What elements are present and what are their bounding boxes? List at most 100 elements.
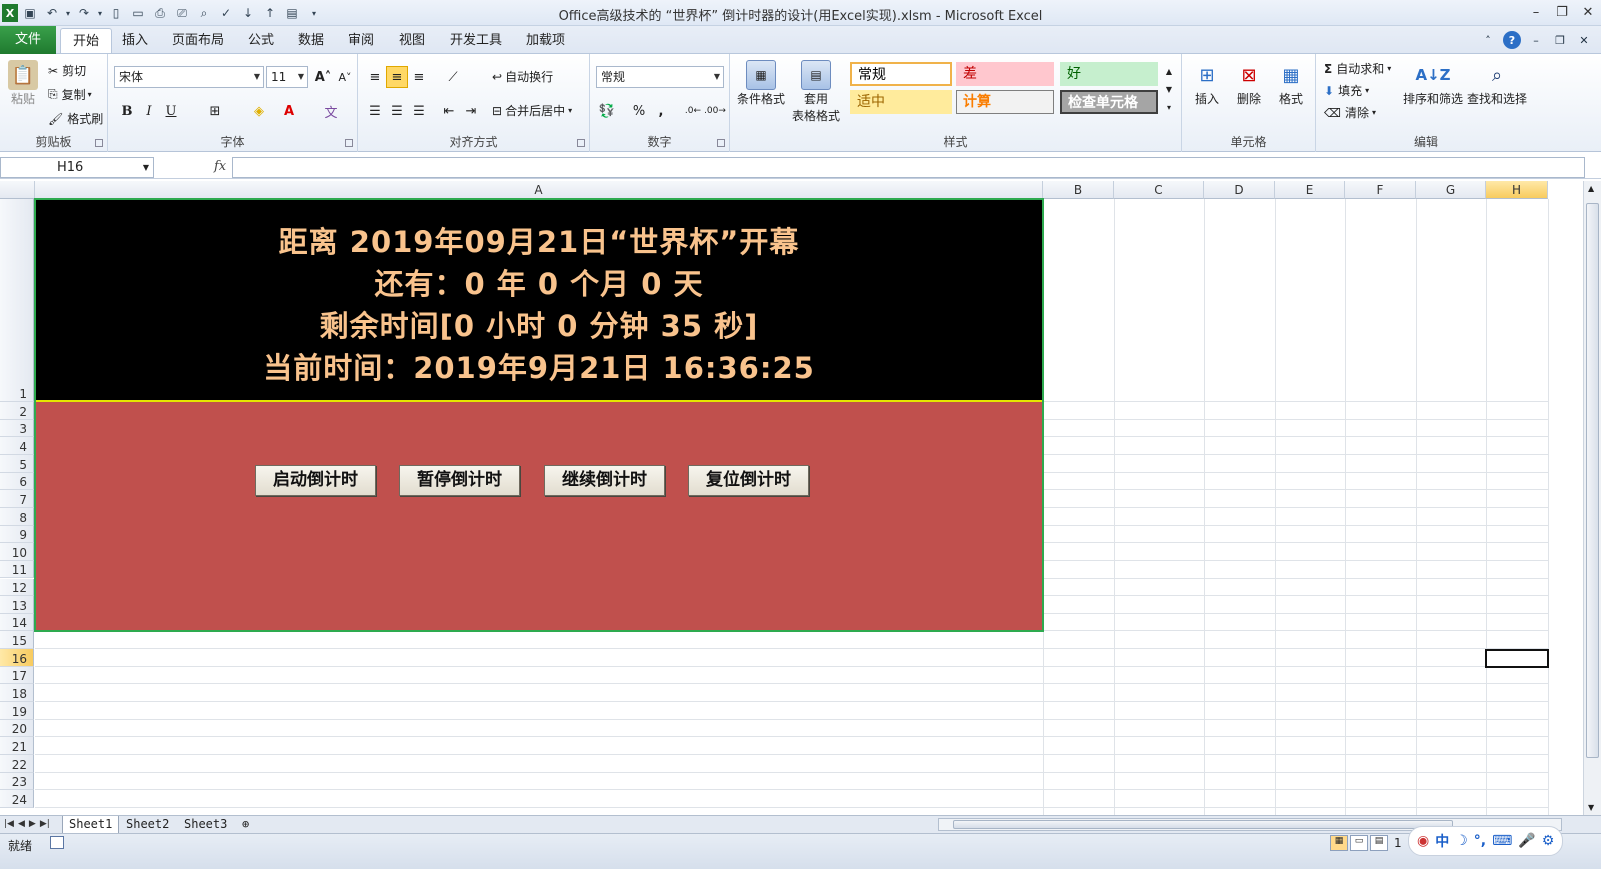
tab-formulas[interactable]: 公式 bbox=[236, 28, 286, 53]
align-right-icon[interactable]: ☰ bbox=[408, 100, 430, 122]
conditional-format-button[interactable]: ▦ 条件格式 bbox=[736, 60, 786, 107]
fill-button[interactable]: ⬇ 填充 ▾ bbox=[1324, 82, 1369, 99]
row-header-14[interactable]: 14 bbox=[0, 613, 34, 632]
dialog-launcher-icon[interactable] bbox=[345, 139, 353, 147]
zoom-level[interactable]: 1 bbox=[1394, 836, 1402, 850]
first-sheet-icon[interactable]: |◀ bbox=[4, 816, 14, 833]
reset-countdown-button[interactable]: 复位倒计时 bbox=[688, 465, 809, 496]
increase-decimal-icon[interactable]: .0← bbox=[682, 100, 704, 122]
column-header-b[interactable]: B bbox=[1043, 181, 1114, 199]
page-break-view-icon[interactable]: ▤ bbox=[1370, 835, 1388, 851]
minimize-icon[interactable]: – bbox=[1523, 0, 1549, 24]
row-header-4[interactable]: 4 bbox=[0, 437, 34, 455]
row-header-6[interactable]: 6 bbox=[0, 472, 34, 491]
tab-page-layout[interactable]: 页面布局 bbox=[160, 28, 236, 53]
format-painter-button[interactable]: 🖌 格式刷 bbox=[48, 110, 103, 127]
column-header-h[interactable]: H bbox=[1486, 181, 1548, 199]
keyboard-icon[interactable]: ⌨ bbox=[1492, 833, 1512, 849]
grow-font-icon[interactable]: A˄ bbox=[312, 66, 334, 88]
ime-mode[interactable]: 中 bbox=[1435, 831, 1449, 851]
fill-color-icon[interactable]: ◈ bbox=[248, 100, 270, 122]
align-middle-icon[interactable]: ≡ bbox=[386, 66, 408, 88]
align-center-icon[interactable]: ☰ bbox=[386, 100, 408, 122]
vertical-scroll-thumb[interactable] bbox=[1586, 203, 1599, 758]
orientation-icon[interactable]: ⟋ bbox=[442, 66, 464, 88]
ime-toolbar[interactable]: ◉ 中 ☽ °, ⌨ 🎤 ⚙ bbox=[1408, 826, 1564, 856]
decrease-indent-icon[interactable]: ⇤ bbox=[438, 100, 460, 122]
select-all-corner[interactable] bbox=[0, 181, 35, 199]
tab-addins[interactable]: 加载项 bbox=[514, 28, 577, 53]
settings-icon[interactable]: ⚙ bbox=[1542, 833, 1555, 849]
font-size-combo[interactable]: 11 ▼ bbox=[266, 66, 308, 88]
prev-sheet-icon[interactable]: ◀ bbox=[18, 816, 25, 833]
row-header-9[interactable]: 9 bbox=[0, 525, 34, 544]
worksheet-grid[interactable]: A B C D E F G H 1 2 3 4 5 6 7 8 9 10 11 12 13 14 15 16 1… bbox=[0, 181, 1601, 815]
column-header-g[interactable]: G bbox=[1416, 181, 1486, 199]
styles-more-icon[interactable]: ▾ bbox=[1162, 96, 1176, 118]
tab-view[interactable]: 视图 bbox=[387, 28, 437, 53]
last-sheet-icon[interactable]: ▶| bbox=[40, 816, 50, 833]
minimize-ribbon-icon[interactable]: ˄ bbox=[1479, 31, 1497, 49]
style-check-cell[interactable]: 检查单元格 bbox=[1060, 90, 1158, 114]
row-header-19[interactable]: 19 bbox=[0, 702, 34, 720]
number-format-combo[interactable]: 常规 ▼ bbox=[596, 66, 724, 88]
format-as-table-button[interactable]: ▤ 套用 表格格式 bbox=[788, 60, 844, 124]
close-icon[interactable]: ✕ bbox=[1575, 0, 1601, 24]
vertical-scrollbar[interactable]: ▲ ▼ bbox=[1583, 181, 1601, 815]
find-select-button[interactable]: ⌕ 查找和选择 bbox=[1466, 60, 1528, 107]
dialog-launcher-icon[interactable] bbox=[717, 139, 725, 147]
font-name-combo[interactable]: 宋体 ▼ bbox=[114, 66, 264, 88]
row-header-5[interactable]: 5 bbox=[0, 454, 34, 473]
autosum-button[interactable]: Σ 自动求和 ▾ bbox=[1324, 60, 1391, 77]
tab-insert[interactable]: 插入 bbox=[110, 28, 160, 53]
row-header-1[interactable]: 1 bbox=[0, 199, 34, 402]
active-cell-h16[interactable] bbox=[1485, 649, 1549, 668]
row-header-3[interactable]: 3 bbox=[0, 419, 34, 438]
microphone-icon[interactable]: 🎤 bbox=[1518, 833, 1535, 849]
punctuation-icon[interactable]: °, bbox=[1474, 833, 1486, 849]
row-header-13[interactable]: 13 bbox=[0, 596, 34, 614]
row-header-22[interactable]: 22 bbox=[0, 755, 34, 773]
row-header-17[interactable]: 17 bbox=[0, 666, 34, 685]
clear-button[interactable]: ⌫ 清除 ▾ bbox=[1324, 104, 1376, 121]
row-header-20[interactable]: 20 bbox=[0, 719, 34, 738]
macro-record-icon[interactable] bbox=[50, 836, 64, 849]
align-top-icon[interactable]: ≡ bbox=[364, 66, 386, 88]
font-color-icon[interactable]: A bbox=[278, 100, 300, 122]
merge-center-button[interactable]: ⊟ 合并后居中 ▾ bbox=[492, 102, 572, 119]
row-header-16[interactable]: 16 bbox=[0, 649, 34, 667]
row-header-12[interactable]: 12 bbox=[0, 578, 34, 597]
row-header-7[interactable]: 7 bbox=[0, 490, 34, 508]
wrap-text-button[interactable]: ↩ 自动换行 bbox=[492, 68, 553, 85]
column-header-e[interactable]: E bbox=[1275, 181, 1345, 199]
style-normal[interactable]: 常规 bbox=[850, 62, 952, 86]
column-header-f[interactable]: F bbox=[1345, 181, 1416, 199]
currency-icon[interactable]: 💱 bbox=[596, 100, 618, 122]
underline-button[interactable]: U bbox=[160, 100, 182, 122]
insert-cells-button[interactable]: ⊞ 插入 bbox=[1188, 60, 1226, 107]
column-header-c[interactable]: C bbox=[1114, 181, 1204, 199]
sheet-tab-sheet2[interactable]: Sheet2 bbox=[126, 816, 169, 833]
restore-icon[interactable]: ❐ bbox=[1549, 0, 1575, 24]
scroll-up-icon[interactable]: ▲ bbox=[1588, 184, 1594, 193]
paste-button[interactable]: 📋 粘贴 bbox=[8, 60, 38, 107]
cut-button[interactable]: ✂ 剪切 bbox=[48, 62, 86, 79]
formula-input[interactable] bbox=[232, 157, 1585, 178]
row-header-8[interactable]: 8 bbox=[0, 507, 34, 526]
row-header-21[interactable]: 21 bbox=[0, 737, 34, 755]
align-left-icon[interactable]: ☰ bbox=[364, 100, 386, 122]
dialog-launcher-icon[interactable] bbox=[95, 139, 103, 147]
pause-countdown-button[interactable]: 暂停倒计时 bbox=[399, 465, 520, 496]
normal-view-icon[interactable]: ▦ bbox=[1330, 835, 1348, 851]
border-icon[interactable]: ⊞ bbox=[204, 100, 226, 122]
row-header-11[interactable]: 11 bbox=[0, 560, 34, 579]
name-box[interactable]: H16 ▼ bbox=[0, 157, 154, 178]
moon-icon[interactable]: ☽ bbox=[1455, 833, 1468, 849]
phonetic-icon[interactable]: 文 bbox=[320, 100, 342, 122]
tab-file[interactable]: 文件 bbox=[0, 26, 56, 54]
tab-home[interactable]: 开始 bbox=[60, 28, 113, 53]
insert-sheet-icon[interactable]: ⊕ bbox=[242, 816, 249, 833]
row-header-10[interactable]: 10 bbox=[0, 543, 34, 561]
resume-countdown-button[interactable]: 继续倒计时 bbox=[544, 465, 665, 496]
style-bad[interactable]: 差 bbox=[956, 62, 1054, 86]
